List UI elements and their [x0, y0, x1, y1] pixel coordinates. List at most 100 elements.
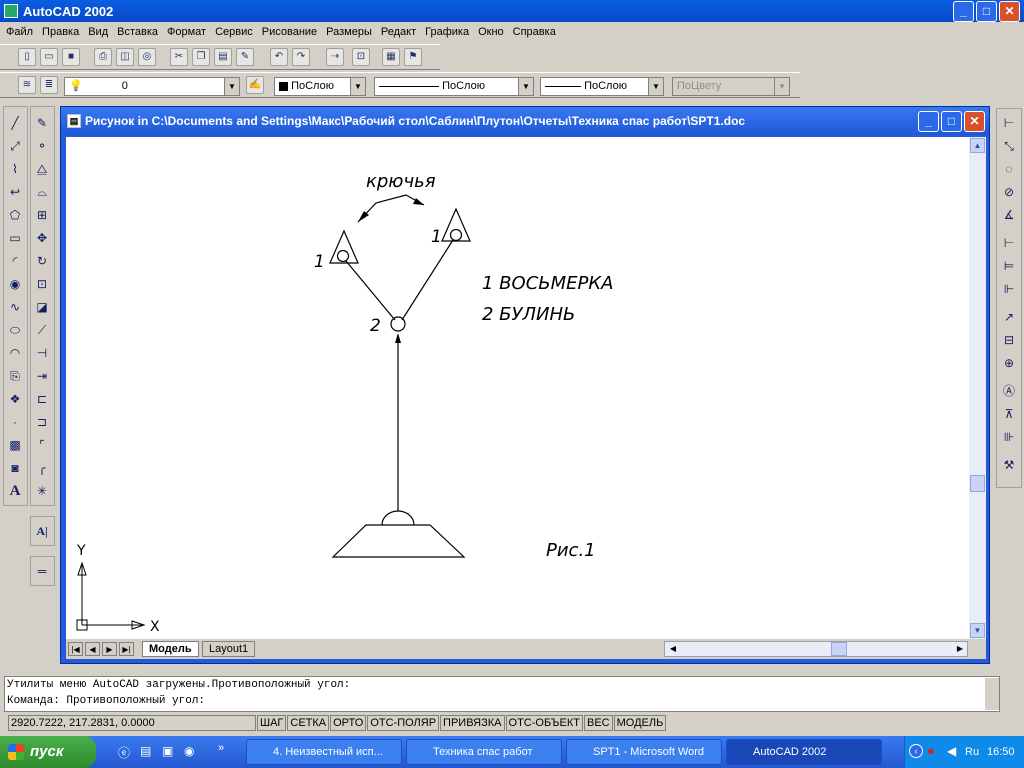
chevron-down-icon[interactable]: ▼	[648, 78, 663, 95]
menu-help[interactable]: Справка	[513, 26, 556, 38]
angular-dimension-icon[interactable]: ∡	[999, 205, 1019, 225]
menu-dimension[interactable]: Размеры	[326, 26, 372, 38]
continue-dimension-icon[interactable]: ⊩	[999, 279, 1019, 299]
leader-icon[interactable]: ↗	[999, 307, 1019, 327]
open-folder-icon[interactable]: ▭	[40, 48, 58, 66]
menu-view[interactable]: Вид	[88, 26, 108, 38]
region-icon[interactable]: ◙	[5, 458, 25, 478]
messenger-icon[interactable]: ●	[927, 744, 935, 758]
multiline-text-icon[interactable]: A|	[32, 521, 52, 541]
osnap-toggle[interactable]: ПРИВЯЗКА	[440, 715, 505, 731]
menu-file[interactable]: Файл	[6, 26, 33, 38]
scroll-left-icon[interactable]: ◀	[666, 642, 680, 656]
construction-line-icon[interactable]: ⤢	[5, 136, 25, 156]
start-button[interactable]: пуск	[0, 736, 96, 768]
arc-icon[interactable]: ◜	[5, 251, 25, 271]
cut-icon[interactable]: ✂	[170, 48, 188, 66]
drawing-canvas[interactable]: крючья 1 1 2 1 ВОСЬМЕРКА 2 БУЛИНЬ Рис.1 …	[66, 137, 969, 639]
menu-edit[interactable]: Правка	[42, 26, 79, 38]
rotate-icon[interactable]: ↻	[32, 251, 52, 271]
task-autocad[interactable]: AutoCAD 2002	[726, 739, 882, 765]
maximize-button[interactable]: □	[976, 1, 997, 22]
ortho-toggle[interactable]: ОРТО	[330, 715, 367, 731]
new-file-icon[interactable]: ▯	[18, 48, 36, 66]
insert-block-icon[interactable]: ⎘	[5, 366, 25, 386]
desktop-icon[interactable]: ▤	[140, 744, 156, 760]
layer-previous-icon[interactable]: ≣	[40, 76, 58, 94]
dimension-update-icon[interactable]: ⊪	[999, 427, 1019, 447]
zoom-window-icon[interactable]: ⊡	[352, 48, 370, 66]
otrack-toggle[interactable]: ОТС-ОБЪЕКТ	[505, 715, 583, 731]
text-icon[interactable]: A	[5, 481, 25, 501]
command-window[interactable]: Утилиты меню AutoCAD загружены.Противопо…	[4, 676, 1000, 712]
match-properties-icon[interactable]: ✎	[236, 48, 254, 66]
diameter-dimension-icon[interactable]: ⊘	[999, 182, 1019, 202]
print-preview-icon[interactable]: ◫	[116, 48, 134, 66]
menu-tools[interactable]: Сервис	[215, 26, 253, 38]
close-button[interactable]: ✕	[999, 1, 1020, 22]
ie-icon[interactable]: ⓔ	[118, 744, 134, 760]
dimension-edit-icon[interactable]: Ⓐ	[999, 381, 1019, 401]
layer-select[interactable]: 💡 0 ▼	[64, 77, 240, 96]
copy-object-icon[interactable]: ⚬	[32, 136, 52, 156]
chevron-down-icon[interactable]: ▼	[774, 78, 789, 95]
lengthen-icon[interactable]: ⟋	[32, 320, 52, 340]
break-at-point-icon[interactable]: ⊐	[32, 412, 52, 432]
trim-icon[interactable]: ⊣	[32, 343, 52, 363]
paste-icon[interactable]: ▤	[214, 48, 232, 66]
chevron-down-icon[interactable]: ▼	[350, 78, 365, 95]
explode-icon[interactable]: ✳	[32, 481, 52, 501]
polyline-icon[interactable]: ⌇	[5, 159, 25, 179]
menu-modify[interactable]: Редакт	[381, 26, 416, 38]
spline-icon[interactable]: ∿	[5, 297, 25, 317]
command-scrollbar[interactable]	[985, 678, 999, 710]
ellipse-icon[interactable]: ⬭	[5, 320, 25, 340]
player-icon[interactable]: ◉	[184, 744, 200, 760]
quicklaunch-more-icon[interactable]: »	[218, 742, 224, 754]
volume-icon[interactable]: ◀	[947, 744, 956, 758]
tab-layout1[interactable]: Layout1	[202, 641, 256, 657]
menu-insert[interactable]: Вставка	[117, 26, 158, 38]
autocad-app-icon[interactable]	[4, 4, 18, 18]
menu-draw[interactable]: Рисование	[262, 26, 317, 38]
grid-toggle[interactable]: СЕТКА	[287, 715, 330, 731]
tray-expand-icon[interactable]: ‹	[909, 744, 923, 758]
baseline-dimension-icon[interactable]: ⊨	[999, 256, 1019, 276]
last-tab-icon[interactable]: ▶|	[119, 642, 134, 656]
drawing-maximize-button[interactable]: □	[941, 111, 962, 132]
make-current-icon[interactable]: ✍	[246, 76, 264, 94]
3d-polyline-icon[interactable]: ↩	[5, 182, 25, 202]
make-block-icon[interactable]: ❖	[5, 389, 25, 409]
erase-icon[interactable]: ✎	[32, 113, 52, 133]
scroll-right-icon[interactable]: ▶	[953, 642, 967, 656]
plotstyle-select[interactable]: ПоЦвету ▼	[672, 77, 790, 96]
linetype-select[interactable]: ПоСлою ▼	[374, 77, 534, 96]
mirror-icon[interactable]: ⧋	[32, 159, 52, 179]
horizontal-scrollbar[interactable]: ◀ ▶	[664, 641, 968, 657]
media-icon[interactable]: ▣	[162, 744, 178, 760]
first-tab-icon[interactable]: |◀	[68, 642, 83, 656]
chamfer-icon[interactable]: ⌜	[32, 435, 52, 455]
drawing-minimize-button[interactable]: _	[918, 111, 939, 132]
chevron-down-icon[interactable]: ▼	[224, 78, 239, 95]
coordinates-display[interactable]: 2920.7222, 217.2831, 0.0000	[8, 715, 256, 731]
lineweight-select[interactable]: ПоСлою ▼	[540, 77, 664, 96]
save-icon[interactable]: ■	[62, 48, 80, 66]
undo-icon[interactable]: ↶	[270, 48, 288, 66]
print-icon[interactable]: ⎙	[94, 48, 112, 66]
layer-manager-icon[interactable]: ≋	[18, 76, 36, 94]
offset-icon[interactable]: ⌓	[32, 182, 52, 202]
dimension-style-control-icon[interactable]: ⚒	[999, 455, 1019, 475]
drawing-close-button[interactable]: ✕	[964, 111, 985, 132]
tab-model[interactable]: Модель	[142, 641, 199, 657]
command-prompt-line[interactable]: Команда: Противоположный угол:	[5, 693, 999, 709]
ellipse-arc-icon[interactable]: ◠	[5, 343, 25, 363]
vertical-scroll-thumb[interactable]	[970, 475, 985, 492]
center-mark-icon[interactable]: ⊕	[999, 353, 1019, 373]
menu-graphics[interactable]: Графика	[425, 26, 469, 38]
move-icon[interactable]: ✥	[32, 228, 52, 248]
menu-window[interactable]: Окно	[478, 26, 504, 38]
prev-tab-icon[interactable]: ◀	[85, 642, 100, 656]
properties-icon[interactable]: ▦	[382, 48, 400, 66]
snap-toggle[interactable]: ШАГ	[257, 715, 287, 731]
